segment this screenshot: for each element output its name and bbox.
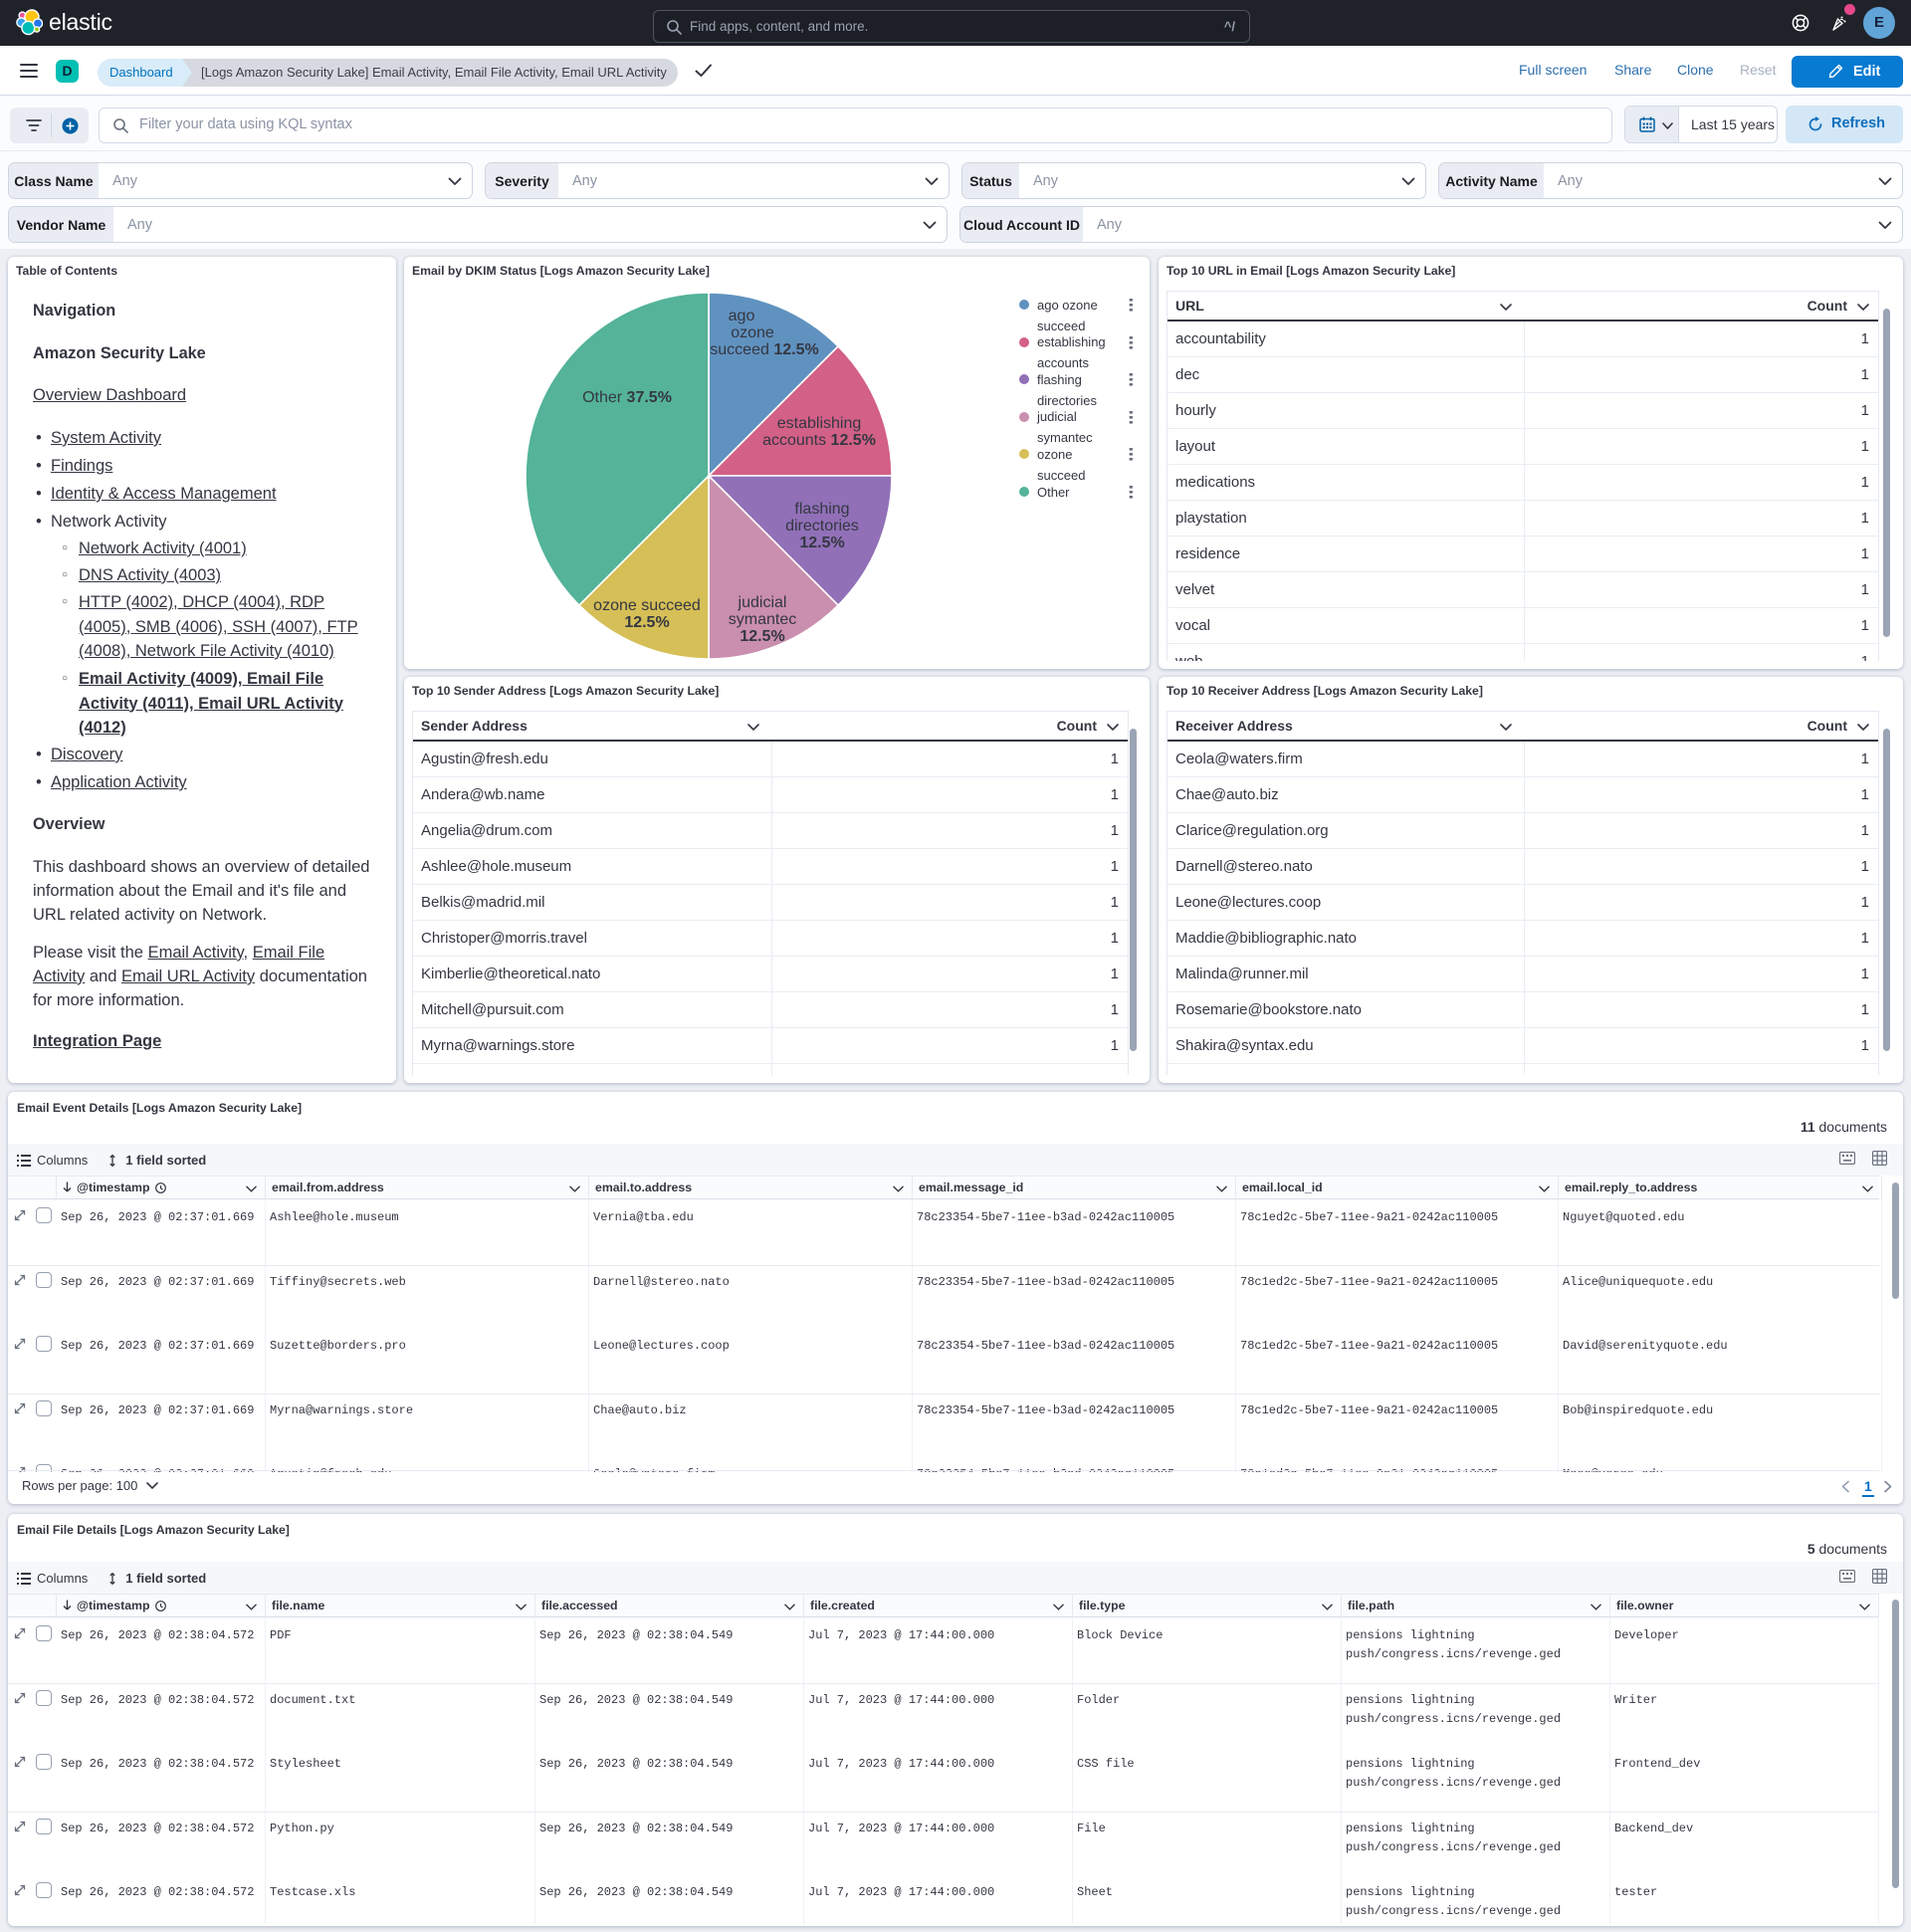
svg-text:ozone: ozone bbox=[731, 324, 774, 341]
svg-text:directories: directories bbox=[785, 518, 859, 535]
svg-text:ozone succeed: ozone succeed bbox=[593, 597, 701, 614]
svg-text:Other 37.5%: Other 37.5% bbox=[582, 389, 672, 406]
svg-text:12.5%: 12.5% bbox=[624, 614, 669, 631]
svg-text:ago: ago bbox=[729, 308, 755, 324]
svg-text:12.5%: 12.5% bbox=[799, 535, 844, 551]
svg-text:12.5%: 12.5% bbox=[740, 628, 784, 645]
svg-text:succeed 12.5%: succeed 12.5% bbox=[710, 341, 818, 358]
svg-text:judicial: judicial bbox=[738, 594, 787, 611]
svg-text:symantec: symantec bbox=[729, 611, 796, 628]
svg-text:establishing: establishing bbox=[777, 415, 862, 432]
svg-text:accounts 12.5%: accounts 12.5% bbox=[762, 432, 876, 449]
svg-text:flashing: flashing bbox=[794, 501, 849, 518]
